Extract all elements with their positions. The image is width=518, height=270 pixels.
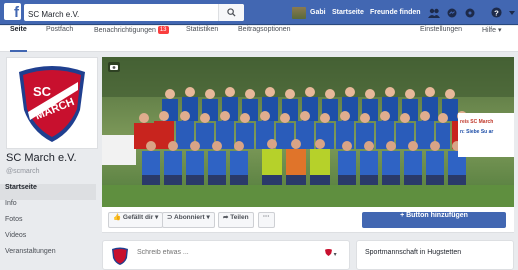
share-arrow-icon: ➦ — [223, 214, 229, 221]
thumbs-up-icon: 👍 — [113, 214, 122, 221]
post-as-selector[interactable]: ▾ — [325, 249, 337, 258]
notification-badge: 13 — [157, 26, 169, 34]
mini-crest-icon — [325, 249, 332, 256]
facebook-logo[interactable]: f — [4, 3, 21, 20]
settings-link[interactable]: Einstellungen — [420, 26, 462, 52]
tab-label: Benachrichtigungen — [94, 27, 156, 34]
add-button-cta[interactable]: + Button hinzufügen — [362, 212, 506, 228]
tab-postfach[interactable]: Postfach — [46, 26, 73, 52]
composer-input[interactable] — [137, 249, 297, 256]
banner-line-2: n: Siebe Su ar — [460, 129, 494, 135]
search-box — [24, 4, 244, 23]
crest-text-sc: SC — [33, 84, 52, 99]
page-category-card: Sportmannschaft in Hugstetten — [356, 240, 514, 270]
team-photo — [102, 57, 514, 207]
like-label: Gefällt dir ▾ — [122, 214, 159, 221]
top-navigation-bar: f Gabi Startseite Freunde finden ? — [0, 0, 518, 25]
profile-link[interactable]: Gabi — [292, 0, 326, 25]
share-label: Teilen — [230, 214, 249, 221]
svg-text:?: ? — [494, 8, 499, 17]
home-link[interactable]: Startseite — [332, 0, 364, 25]
tab-benachrichtigungen[interactable]: Benachrichtigungen 13 — [94, 26, 169, 52]
post-composer: ▾ — [102, 240, 350, 270]
messages-icon[interactable] — [444, 5, 460, 21]
rss-icon: ⊃ — [167, 214, 173, 221]
friend-requests-icon[interactable] — [426, 5, 442, 21]
help-menu[interactable]: Hilfe ▾ — [482, 26, 501, 52]
page-avatar-icon — [112, 247, 128, 265]
user-avatar — [292, 6, 306, 19]
camera-icon[interactable] — [108, 62, 120, 72]
sidebar-item-info[interactable]: Info — [0, 200, 96, 216]
tab-beitragsoptionen[interactable]: Beitragsoptionen — [238, 26, 291, 52]
help-icon[interactable]: ? — [488, 5, 504, 21]
page-handle[interactable]: @scmarch — [6, 168, 40, 175]
search-input[interactable] — [24, 6, 214, 23]
search-icon — [227, 8, 236, 17]
profile-picture[interactable]: SC MARCH — [6, 57, 98, 149]
page-category[interactable]: Sportmannschaft in Hugstetten — [365, 249, 461, 256]
user-name: Gabi — [310, 9, 326, 16]
more-button[interactable]: ··· — [258, 212, 275, 228]
share-button[interactable]: ➦ Teilen — [218, 212, 254, 228]
club-crest: SC MARCH — [19, 66, 85, 142]
sidebar-item-fotos[interactable]: Fotos — [0, 216, 96, 232]
sponsor-banner: reis SC March n: Siebe Su ar — [458, 113, 514, 157]
tab-seite[interactable]: Seite — [10, 26, 27, 52]
like-button[interactable]: 👍 Gefällt dir ▾ — [108, 212, 164, 228]
sidebar-item-startseite[interactable]: Startseite — [0, 184, 96, 200]
find-friends-link[interactable]: Freunde finden — [370, 0, 421, 25]
cover-photo[interactable]: reis SC March n: Siebe Su ar — [102, 57, 514, 207]
page-title: SC March e.V. — [6, 152, 77, 164]
tab-statistiken[interactable]: Statistiken — [186, 26, 218, 52]
follow-label: Abonniert ▾ — [174, 214, 210, 221]
menu-chevron-icon[interactable] — [504, 5, 518, 21]
follow-button[interactable]: ⊃ Abonniert ▾ — [162, 212, 215, 228]
sidebar-item-veranstaltungen[interactable]: Veranstaltungen — [0, 248, 96, 264]
topbar-icons: ? — [426, 0, 518, 25]
sidebar-item-videos[interactable]: Videos — [0, 232, 96, 248]
notifications-icon[interactable] — [462, 5, 478, 21]
search-button[interactable] — [218, 4, 244, 21]
page-action-bar: 👍 Gefällt dir ▾ ⊃ Abonniert ▾ ➦ Teilen ·… — [102, 207, 514, 233]
chevron-down-icon: ▾ — [333, 252, 337, 258]
page-tabs: Seite Postfach Benachrichtigungen 13 Sta… — [0, 26, 518, 52]
banner-line-1: reis SC March — [460, 119, 494, 125]
